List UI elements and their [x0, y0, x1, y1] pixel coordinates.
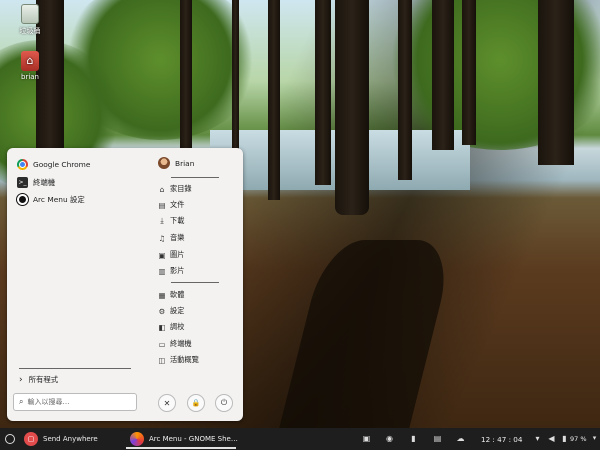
system-terminal[interactable]: ▭ 終端機 [158, 337, 192, 351]
close-icon: ✕ [163, 398, 171, 408]
menu-app-label: Google Chrome [33, 159, 91, 169]
system-tweaks[interactable]: ◧ 調校 [158, 320, 184, 334]
system-activities[interactable]: ◫ 活動概覽 [158, 353, 199, 367]
all-apps-label: 所有程式 [28, 375, 59, 384]
screen-icon[interactable]: ▣ [362, 434, 371, 443]
terminal-icon: ▭ [158, 339, 166, 349]
firefox-icon [130, 432, 144, 446]
software-icon: ▦ [158, 290, 166, 300]
search-input[interactable] [27, 398, 126, 406]
battery-icon[interactable]: ▮ [560, 434, 569, 443]
cloud-icon[interactable]: ☁ [456, 434, 465, 443]
desktop-icon-label: brian [21, 73, 39, 81]
active-task-indicator [126, 447, 236, 449]
battery-percent: 97 % [570, 435, 587, 443]
place-downloads[interactable]: ⤓ 下載 [158, 214, 184, 228]
arc-menu-icon [17, 193, 28, 205]
power-icon: ⏻ [220, 398, 228, 407]
arc-menu-button[interactable] [5, 428, 15, 450]
user-name: Brian [175, 158, 195, 168]
arc-menu-popup: Google Chrome >_ 終端機 Arc Menu 設定 Brian ⌂… [7, 148, 243, 421]
activities-icon: ◫ [158, 355, 166, 365]
avatar [158, 157, 170, 169]
document-icon: ▤ [158, 200, 166, 210]
indicator-icon[interactable]: ▮ [409, 434, 418, 443]
terminal-icon: >_ [17, 176, 28, 188]
place-label: 影片 [170, 266, 185, 275]
place-label: 家目錄 [170, 184, 192, 193]
menu-app-chrome[interactable]: Google Chrome [17, 157, 90, 171]
divider [171, 282, 219, 283]
task-label: Send Anywhere [43, 435, 98, 443]
volume-icon[interactable]: ◀ [547, 434, 556, 443]
desktop-icon-trash[interactable]: 垃圾桶 [10, 4, 50, 36]
system-settings[interactable]: ⚙ 設定 [158, 304, 185, 318]
place-documents[interactable]: ▤ 文件 [158, 198, 184, 212]
system-software[interactable]: ▦ 軟體 [158, 288, 184, 302]
all-apps-button[interactable]: › 所有程式 [19, 374, 58, 385]
home-icon: ⌂ [159, 184, 165, 194]
record-icon[interactable]: ◉ [385, 434, 394, 443]
system-label: 調校 [170, 322, 185, 331]
search-icon: ⌕ [19, 397, 24, 406]
place-music[interactable]: ♫ 音樂 [158, 231, 185, 245]
place-home[interactable]: ⌂ 家目錄 [158, 182, 192, 196]
desktop-icon-label: 垃圾桶 [19, 27, 41, 35]
send-anywhere-icon: ▢ [24, 432, 38, 446]
power-button[interactable]: ⏻ [215, 394, 233, 412]
cancel-button[interactable]: ✕ [158, 394, 176, 412]
place-videos[interactable]: ▥ 影片 [158, 264, 184, 278]
lock-icon: 🔒 [191, 399, 201, 407]
clock[interactable]: 12 : 47 : 04 [481, 428, 522, 450]
tweaks-icon: ◧ [158, 322, 166, 332]
display-icon[interactable]: ▤ [433, 434, 442, 443]
system-label: 軟體 [170, 290, 185, 299]
chrome-icon [17, 158, 28, 170]
desktop-icon-home[interactable]: brian [10, 51, 50, 81]
place-pictures[interactable]: ▣ 圖片 [158, 248, 184, 262]
download-icon: ⤓ [160, 216, 164, 225]
menu-app-terminal[interactable]: >_ 終端機 [17, 175, 55, 189]
place-label: 音樂 [170, 233, 185, 242]
chevron-right-icon: › [19, 374, 23, 385]
music-icon: ♫ [158, 233, 166, 243]
task-send-anywhere[interactable]: ▢ Send Anywhere [24, 428, 98, 450]
place-label: 文件 [170, 200, 185, 209]
task-label: Arc Menu - GNOME She… [149, 435, 238, 443]
wifi-icon[interactable]: ▾ [533, 434, 542, 443]
place-label: 圖片 [170, 250, 185, 259]
system-label: 活動概覽 [170, 355, 199, 364]
home-folder-icon [21, 51, 39, 71]
divider [19, 368, 131, 369]
trash-icon [21, 4, 39, 24]
place-label: 下載 [170, 216, 185, 225]
menu-app-label: Arc Menu 設定 [33, 194, 85, 204]
divider [171, 177, 219, 178]
taskbar: ▢ Send Anywhere Arc Menu - GNOME She… ▣ … [0, 428, 600, 450]
image-icon: ▣ [158, 250, 166, 260]
search-box[interactable]: ⌕ [13, 393, 137, 411]
lock-button[interactable]: 🔒 [187, 394, 205, 412]
settings-icon: ⚙ [158, 306, 166, 316]
system-label: 終端機 [170, 339, 192, 348]
menu-app-label: 終端機 [33, 177, 56, 187]
system-label: 設定 [170, 306, 185, 315]
video-icon: ▥ [158, 266, 166, 276]
menu-app-arc-settings[interactable]: Arc Menu 設定 [17, 192, 85, 206]
user-account[interactable]: Brian [158, 157, 194, 169]
chevron-down-icon[interactable]: ▾ [590, 434, 599, 443]
arc-menu-icon [5, 434, 15, 444]
